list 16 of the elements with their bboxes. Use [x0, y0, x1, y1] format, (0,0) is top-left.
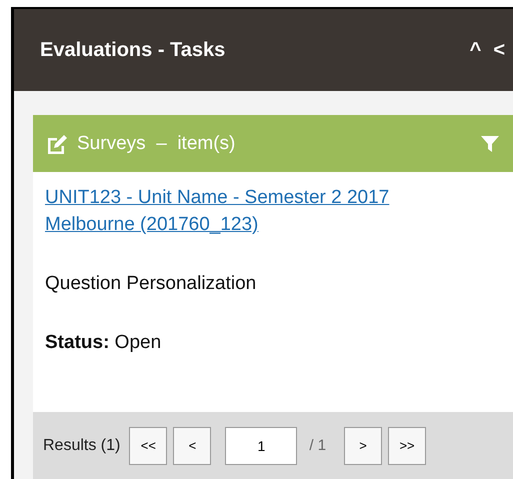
next-page-button[interactable]: > [344, 426, 382, 464]
previous-page-button[interactable]: < [173, 426, 212, 464]
survey-link[interactable]: UNIT123 - Unit Name - Semester 2 2017 Melbourne (201760_123) [45, 184, 445, 238]
filter-icon[interactable] [481, 134, 499, 152]
results-count: Results (1) [43, 436, 120, 454]
first-page-button[interactable]: << [129, 426, 168, 464]
survey-status: Status: Open [45, 332, 162, 354]
survey-description: Question Personalization [45, 273, 258, 295]
section-title: Surveys – item(s) [77, 132, 236, 154]
page-field[interactable]: 1 [225, 426, 298, 464]
edit-icon [45, 132, 69, 154]
last-page-button[interactable]: >> [388, 426, 426, 464]
page-total: / 1 [309, 437, 326, 454]
collapse-button[interactable]: ^ [468, 38, 484, 62]
back-button[interactable]: < [491, 38, 507, 62]
panel-title: Evaluations - Tasks [40, 38, 226, 62]
